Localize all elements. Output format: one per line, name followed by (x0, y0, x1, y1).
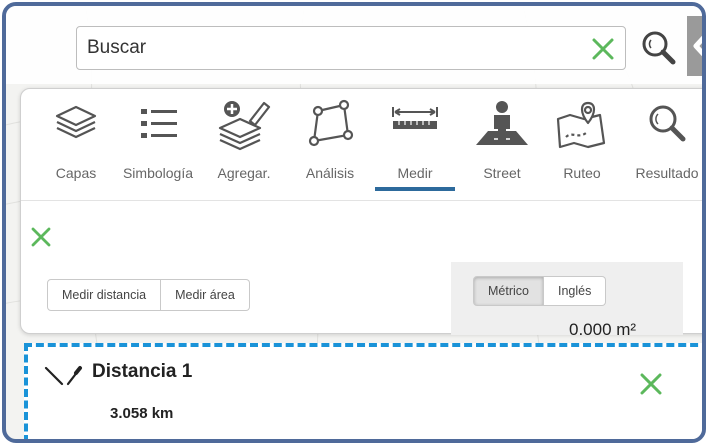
tab-street[interactable]: Street (465, 95, 539, 191)
search-box (76, 26, 626, 70)
add-layer-icon (218, 101, 271, 151)
list-icon (141, 109, 177, 138)
search-icon (649, 105, 686, 142)
measure-result: 0.000 m² (569, 320, 637, 339)
panel-divider (21, 200, 702, 201)
measure-area-button[interactable]: Medir área (161, 279, 250, 311)
measurement-title: Distancia 1 (92, 361, 193, 382)
close-icon[interactable] (29, 225, 53, 249)
metric-unit-button[interactable]: Métrico (473, 276, 544, 306)
tab-medir[interactable]: Medir (373, 95, 457, 191)
tab-label: Ruteo (563, 165, 601, 181)
tab-label: Resultado (635, 165, 699, 181)
tab-simbologia[interactable]: Simbología (113, 95, 203, 191)
measure-distance-button[interactable]: Medir distancia (47, 279, 162, 311)
clear-search-icon[interactable] (588, 35, 618, 63)
tab-label: Medir (397, 165, 433, 181)
tab-label: Street (483, 165, 521, 181)
imperial-unit-button[interactable]: Inglés (543, 276, 607, 306)
measure-mode-group: Medir distancia Medir área (47, 279, 250, 311)
search-bar (6, 6, 702, 84)
ruler-icon (392, 107, 438, 129)
units-toggle: Métrico Inglés (473, 276, 607, 306)
street-view-icon (476, 101, 528, 145)
app-frame: Capas Simbología (2, 2, 706, 443)
measurement-value: 3.058 km (110, 405, 174, 422)
measure-line-icons (44, 366, 82, 386)
measurement-item: Distancia 1 3.058 km (24, 343, 702, 439)
search-input[interactable] (87, 35, 567, 61)
tab-agregar[interactable]: Agregar. (207, 95, 281, 191)
tab-label: Análisis (305, 165, 355, 181)
tab-label: Capas (55, 165, 97, 181)
route-icon (556, 101, 606, 149)
search-icon[interactable] (638, 26, 678, 70)
chevron-left-icon (693, 35, 702, 57)
remove-measurement-icon[interactable] (638, 371, 664, 397)
units-panel: Métrico Inglés 0.000 m² (451, 262, 683, 339)
tools-panel: Capas Simbología Agregar. Análisis Medir… (20, 88, 702, 339)
layers-icon (55, 105, 97, 139)
tab-ruteo[interactable]: Ruteo (545, 95, 619, 191)
tab-resultado[interactable]: Resultado (625, 95, 702, 191)
tab-analisis[interactable]: Análisis (293, 95, 367, 191)
collapse-panel-tab[interactable] (687, 16, 702, 76)
active-tab-indicator (375, 187, 455, 191)
tab-capas[interactable]: Capas (41, 95, 111, 191)
tab-label: Agregar. (217, 165, 271, 181)
tab-label: Simbología (122, 165, 194, 181)
polygon-icon (308, 99, 354, 147)
